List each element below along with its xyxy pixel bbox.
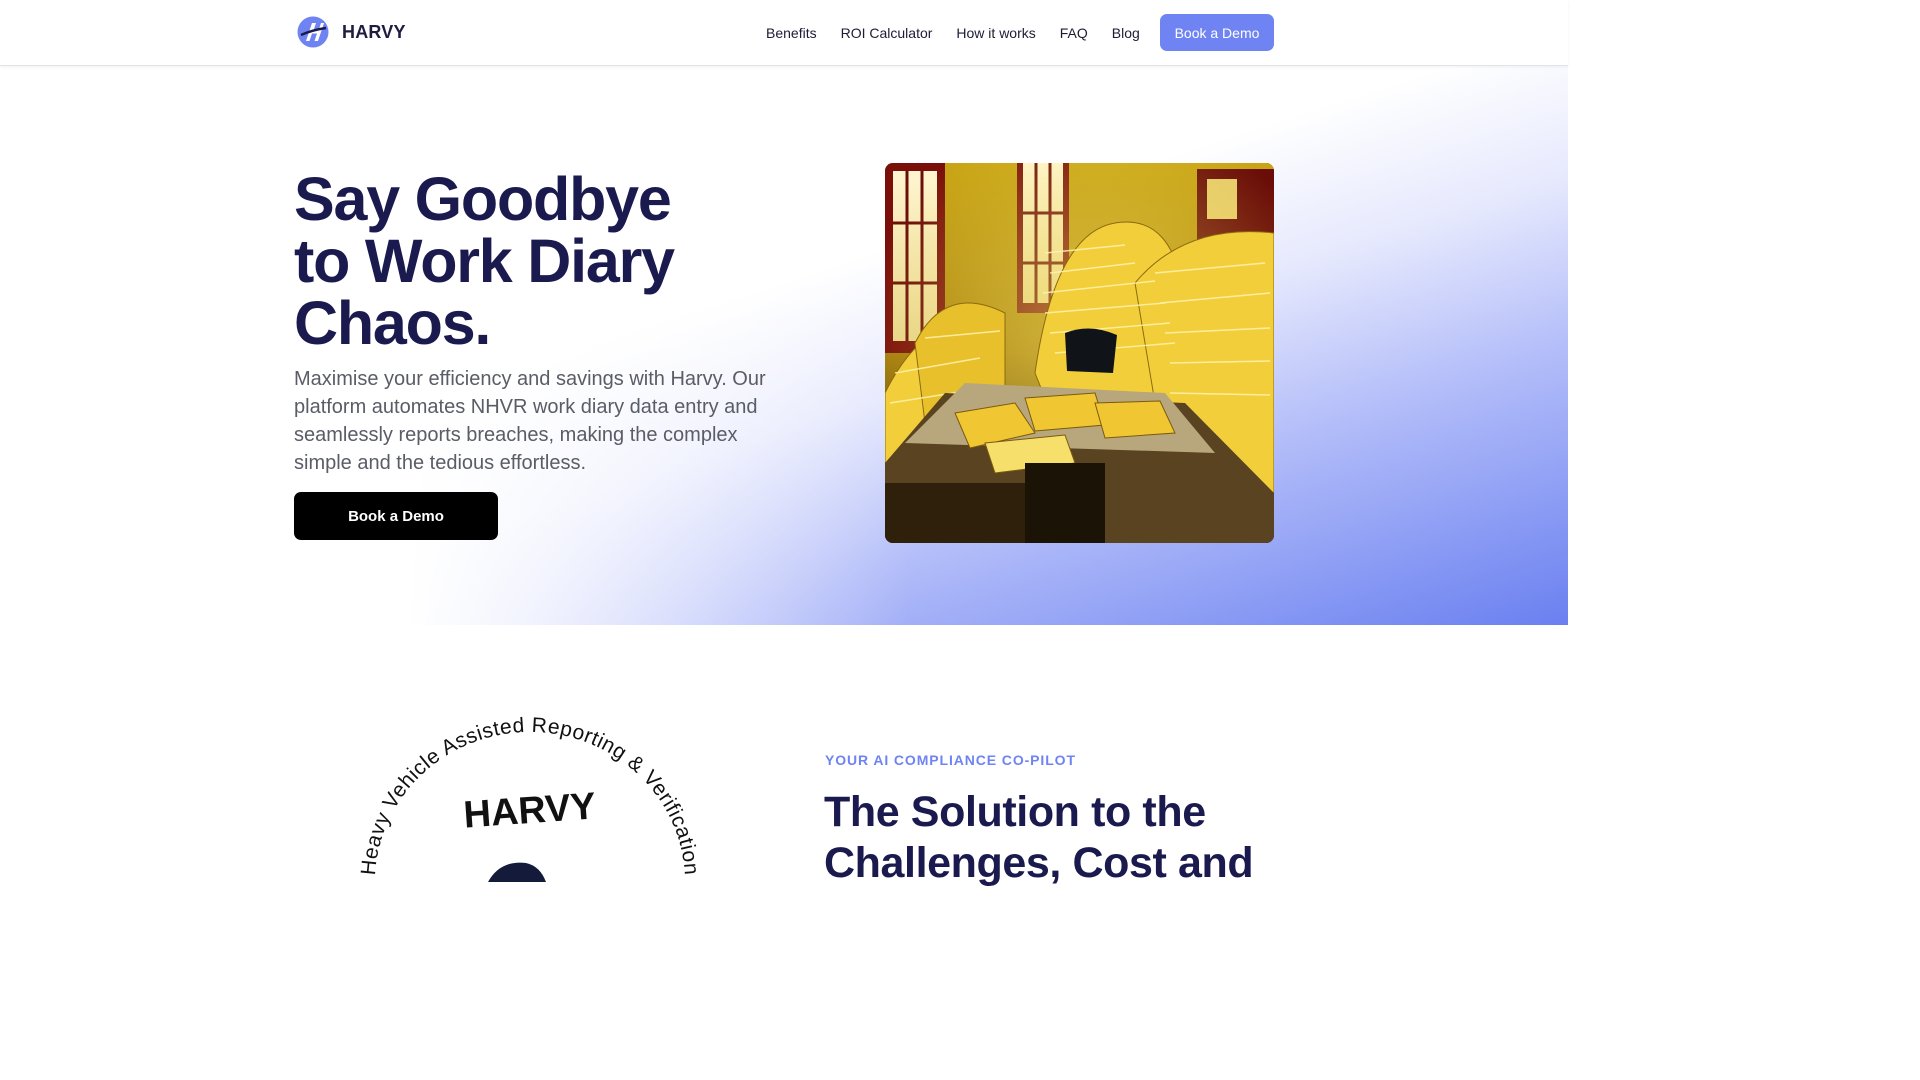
site-header: HARVY Benefits ROI Calculator How it wor… xyxy=(0,0,1568,66)
nav-benefits[interactable]: Benefits xyxy=(766,24,817,42)
nav-roi-calculator[interactable]: ROI Calculator xyxy=(841,24,933,42)
harvy-logo-icon xyxy=(297,16,329,48)
hero-subtitle: Maximise your efficiency and savings wit… xyxy=(294,368,766,474)
hero-book-demo-button[interactable]: Book a Demo xyxy=(294,492,498,540)
section-eyebrow: YOUR AI COMPLIANCE CO-PILOT xyxy=(825,752,1076,768)
hero-title-line: Chaos. xyxy=(294,289,491,357)
header-book-demo-button[interactable]: Book a Demo xyxy=(1160,14,1274,51)
nav-blog[interactable]: Blog xyxy=(1112,24,1140,42)
harvy-badge: Heavy Vehicle Assisted Reporting & Verif… xyxy=(340,700,720,882)
logo-link[interactable]: HARVY xyxy=(297,16,406,48)
hero-title-line: Say Goodbye xyxy=(294,165,672,233)
hero-background xyxy=(0,66,1568,625)
section-title: The Solution to the Challenges, Cost and xyxy=(824,788,1254,887)
main-nav: Benefits ROI Calculator How it works FAQ… xyxy=(766,24,1164,42)
hero-section: Say Goodbye to Work Diary Chaos. Maximis… xyxy=(0,66,1568,625)
nav-how-it-works[interactable]: How it works xyxy=(956,24,1035,42)
hero-title-line: to Work Diary xyxy=(294,227,675,295)
office-paper-illustration xyxy=(885,163,1274,543)
hero-image-paper-piles xyxy=(885,163,1274,543)
brand-name: HARVY xyxy=(342,21,406,42)
badge-mascot-icon xyxy=(488,862,546,882)
harvy-badge-graphic: Heavy Vehicle Assisted Reporting & Verif… xyxy=(357,714,702,882)
nav-faq[interactable]: FAQ xyxy=(1060,24,1088,42)
hero-title: Say Goodbye to Work Diary Chaos. xyxy=(294,168,774,354)
badge-wordmark: HARVY xyxy=(462,785,597,836)
